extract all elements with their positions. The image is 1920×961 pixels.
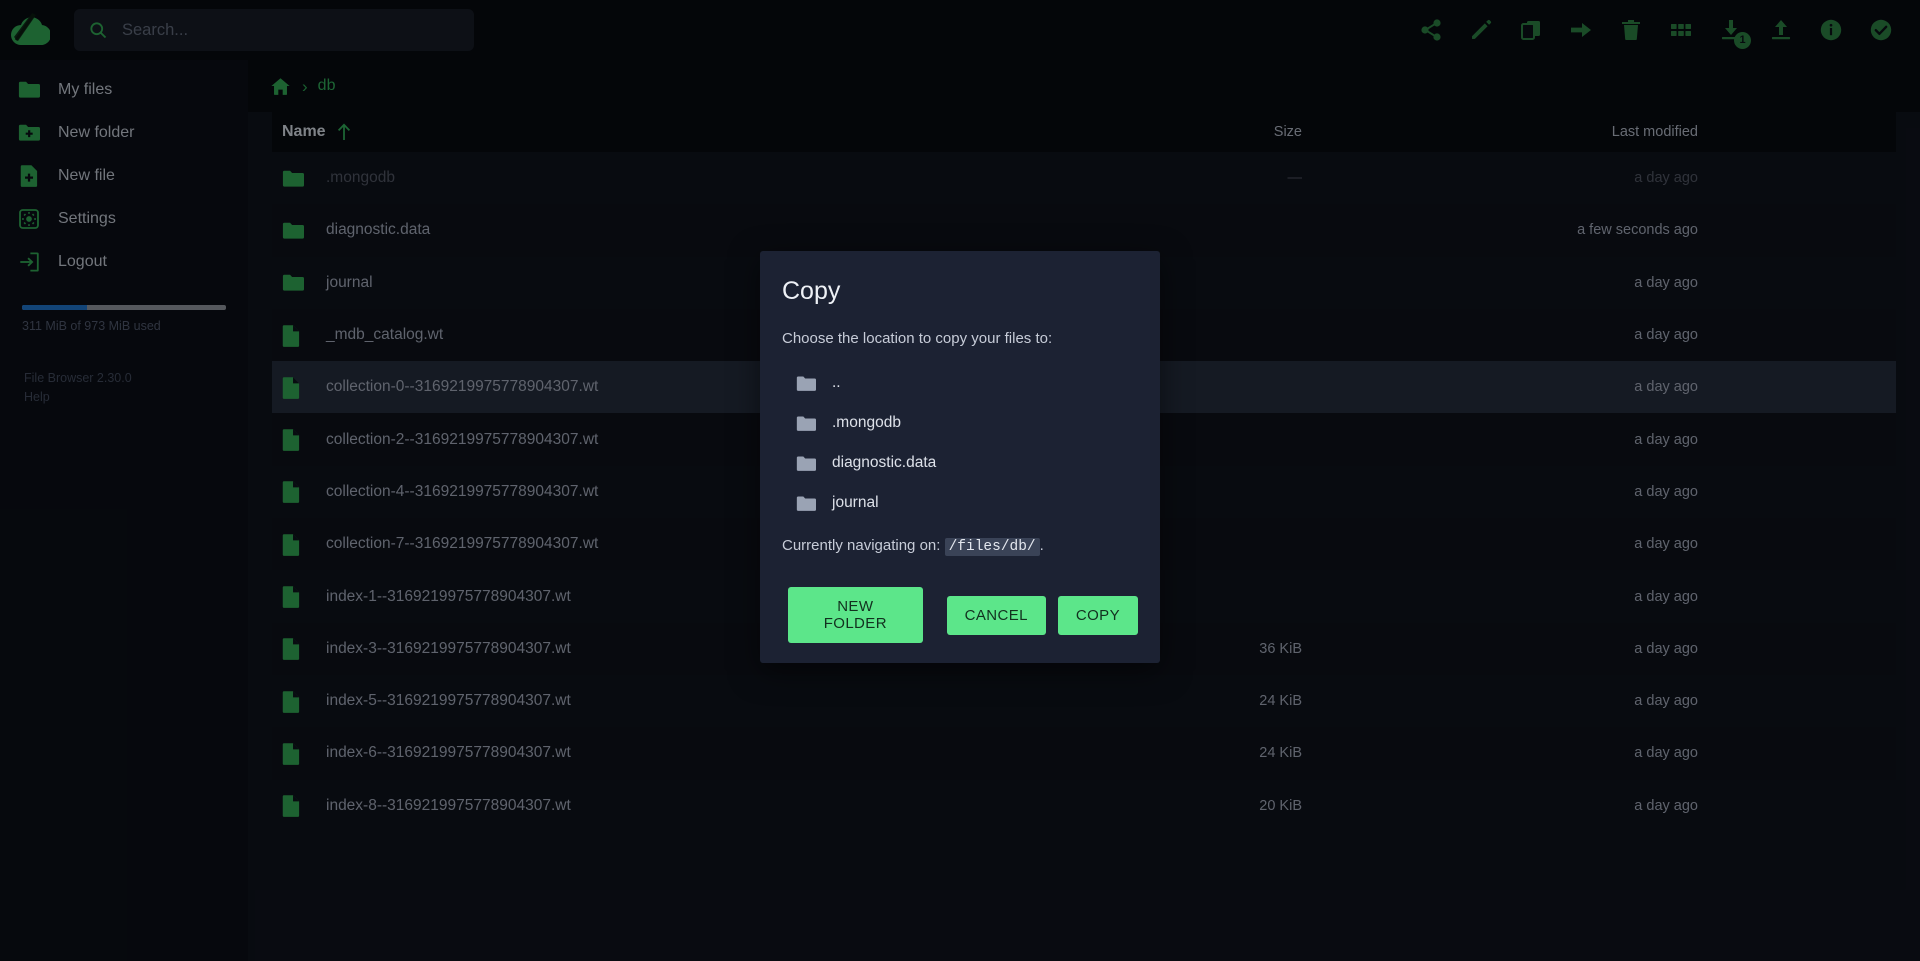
folder-icon	[796, 495, 818, 512]
dialog-path-value: /files/db/	[944, 538, 1040, 556]
dialog-folder-list: .. .mongodb diagnostic.data journal	[782, 363, 1138, 523]
cancel-button[interactable]: CANCEL	[946, 595, 1046, 635]
folder-icon	[796, 375, 818, 392]
dialog-title: Copy	[782, 277, 841, 305]
new-folder-button[interactable]: NEW FOLDER	[788, 587, 923, 643]
folder-icon	[796, 415, 818, 432]
dialog-folder-item[interactable]: diagnostic.data	[782, 443, 1138, 483]
copy-dialog: Copy Choose the location to copy your fi…	[760, 251, 1160, 663]
copy-button[interactable]: COPY	[1057, 595, 1138, 635]
dialog-folder-label: ..	[832, 374, 841, 391]
dialog-actions: NEW FOLDER CANCEL COPY	[782, 587, 1138, 643]
dialog-folder-label: .mongodb	[832, 414, 901, 431]
dialog-current-path: Currently navigating on: /files/db/.	[782, 537, 1138, 556]
dialog-folder-label: journal	[832, 494, 879, 511]
dialog-folder-item[interactable]: .mongodb	[782, 403, 1138, 443]
dialog-folder-label: diagnostic.data	[832, 454, 937, 471]
dialog-path-prefix: Currently navigating on:	[782, 537, 941, 554]
dialog-subtitle: Choose the location to copy your files t…	[782, 330, 1053, 347]
folder-icon	[796, 455, 818, 472]
dialog-folder-item[interactable]: journal	[782, 483, 1138, 523]
file-browser-app: 1	[0, 0, 1920, 961]
dialog-folder-item[interactable]: ..	[782, 363, 1138, 403]
dialog-path-suffix: .	[1039, 537, 1044, 554]
